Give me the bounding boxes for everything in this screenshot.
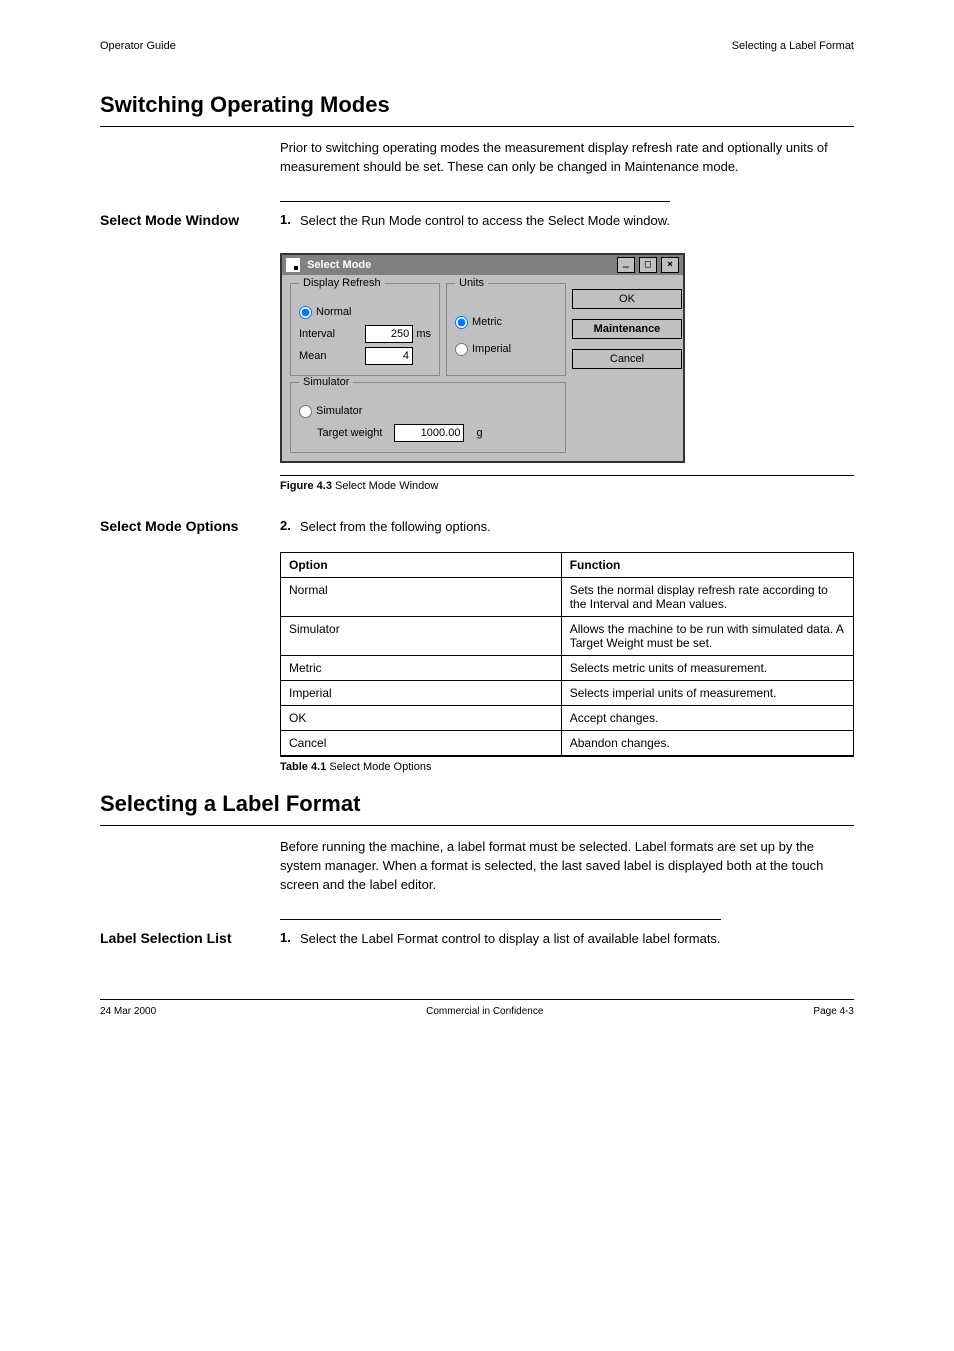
- table-cap-num: Table 4.1: [280, 761, 326, 773]
- step-1-text: Select the Run Mode control to access th…: [300, 212, 670, 231]
- close-icon[interactable]: [661, 257, 679, 273]
- select-mode-window: Select Mode Display Refresh Normal Inter…: [280, 253, 685, 463]
- heading-switching-modes: Switching Operating Modes: [100, 92, 854, 127]
- group-simulator: Simulator Simulator Target weight g: [290, 382, 566, 453]
- unit-g: g: [476, 427, 482, 439]
- doc-title-left: Operator Guide: [100, 40, 176, 52]
- radio-metric[interactable]: [455, 316, 468, 329]
- window-icon: [286, 258, 300, 272]
- doc-title-right: Selecting a Label Format: [732, 40, 854, 52]
- window-title: Select Mode: [307, 258, 371, 270]
- input-target-weight[interactable]: [394, 424, 464, 442]
- maximize-icon[interactable]: [639, 257, 657, 273]
- label-intro: Before running the machine, a label form…: [280, 838, 854, 895]
- step-2: 2.: [280, 518, 300, 537]
- mode-button[interactable]: Maintenance: [572, 319, 682, 339]
- window-titlebar: Select Mode: [282, 255, 683, 275]
- th-function: Function: [561, 553, 853, 578]
- input-mean[interactable]: [365, 347, 413, 365]
- th-option: Option: [281, 553, 562, 578]
- intro-text: Prior to switching operating modes the m…: [280, 139, 854, 177]
- fig-num: Figure 4.3: [280, 480, 332, 492]
- label-step-1: 1.: [280, 930, 300, 949]
- label-select-mode: Select Mode Window: [100, 212, 280, 231]
- label-select-mode-options: Select Mode Options: [100, 518, 280, 537]
- unit-ms: ms: [416, 328, 431, 340]
- table-row: ImperialSelects imperial units of measur…: [281, 681, 854, 706]
- table-row: MetricSelects metric units of measuremen…: [281, 656, 854, 681]
- fig-text: Select Mode Window: [335, 480, 438, 492]
- radio-simulator-label: Simulator: [316, 405, 362, 417]
- cancel-button[interactable]: Cancel: [572, 349, 682, 369]
- radio-imperial-label: Imperial: [472, 343, 511, 355]
- footer-page: Page 4-3: [813, 1006, 854, 1017]
- label-target-weight: Target weight: [317, 427, 382, 439]
- label-label-selection: Label Selection List: [100, 930, 280, 949]
- heading-label-format: Selecting a Label Format: [100, 791, 854, 826]
- input-interval[interactable]: [365, 325, 413, 343]
- ok-button[interactable]: OK: [572, 289, 682, 309]
- radio-imperial[interactable]: [455, 343, 468, 356]
- label-mean: Mean: [299, 350, 327, 362]
- step-1: 1.: [280, 212, 300, 231]
- step-2-text: Select from the following options.: [300, 518, 491, 537]
- radio-normal[interactable]: [299, 306, 312, 319]
- radio-metric-label: Metric: [472, 316, 502, 328]
- group-display-refresh: Display Refresh Normal Interval ms Mean: [290, 283, 440, 376]
- footer-confidential: Commercial in Confidence: [426, 1006, 543, 1017]
- table-row: OKAccept changes.: [281, 706, 854, 731]
- legend-units: Units: [455, 277, 488, 289]
- options-table: Option Function NormalSets the normal di…: [280, 552, 854, 756]
- legend-refresh: Display Refresh: [299, 277, 385, 289]
- radio-normal-label: Normal: [316, 306, 351, 318]
- table-row: NormalSets the normal display refresh ra…: [281, 578, 854, 617]
- legend-simulator: Simulator: [299, 376, 353, 388]
- group-units: Units Metric Imperial: [446, 283, 566, 376]
- minimize-icon[interactable]: [617, 257, 635, 273]
- label-interval: Interval: [299, 328, 335, 340]
- table-row: CancelAbandon changes.: [281, 731, 854, 756]
- table-row: SimulatorAllows the machine to be run wi…: [281, 617, 854, 656]
- label-step-1-text: Select the Label Format control to displ…: [300, 930, 721, 949]
- table-cap-text: Select Mode Options: [329, 761, 431, 773]
- footer-date: 24 Mar 2000: [100, 1006, 156, 1017]
- radio-simulator[interactable]: [299, 405, 312, 418]
